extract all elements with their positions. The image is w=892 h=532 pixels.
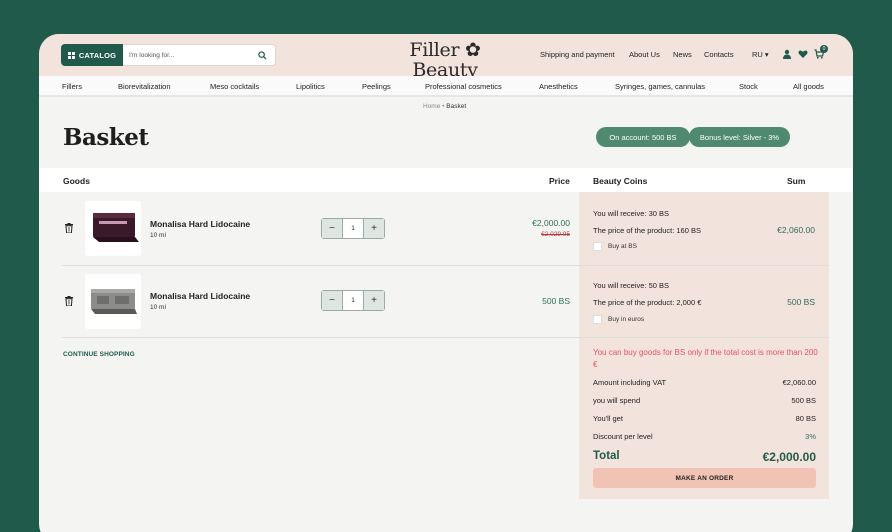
nav-about[interactable]: About Us bbox=[629, 50, 660, 59]
catalog-label: CATALOG bbox=[78, 50, 117, 60]
summary-value: 3% bbox=[805, 432, 816, 441]
nav-contacts[interactable]: Contacts bbox=[704, 50, 734, 59]
cat-all-goods[interactable]: All goods bbox=[793, 82, 824, 91]
cat-meso-cocktails[interactable]: Meso cocktails bbox=[210, 82, 259, 91]
trash-icon[interactable] bbox=[65, 223, 73, 233]
cat-anesthetics[interactable]: Anesthetics bbox=[539, 82, 578, 91]
product-box-image bbox=[91, 289, 137, 314]
total-label: Total bbox=[593, 450, 620, 462]
coins-receive: You will receive: 50 BS bbox=[593, 281, 670, 290]
product-image[interactable] bbox=[85, 274, 141, 329]
language-select[interactable]: RU ▾ bbox=[752, 50, 769, 59]
col-goods: Goods bbox=[63, 176, 90, 186]
site-logo[interactable]: Filler ✿ Beauty dermal fillers online st… bbox=[375, 40, 515, 84]
coins-receive: You will receive: 30 BS bbox=[593, 209, 670, 218]
quantity-value[interactable]: 1 bbox=[342, 291, 364, 310]
buy-option-checkbox[interactable] bbox=[593, 242, 602, 251]
summary-value: 80 BS bbox=[795, 414, 816, 423]
breadcrumb-current: Basket bbox=[446, 103, 467, 110]
row-divider bbox=[62, 337, 829, 338]
coins-product-price: The price of the product: 160 BS bbox=[593, 226, 701, 235]
category-nav: Fillers Biorevitalization Meso cocktails… bbox=[39, 76, 853, 97]
coins-product-price: The price of the product: 2,000 € bbox=[593, 298, 702, 307]
nav-shipping[interactable]: Shipping and payment bbox=[540, 50, 615, 59]
item-price: €2,000.00 bbox=[532, 218, 570, 228]
item-price: 500 BS bbox=[542, 296, 570, 306]
cat-lipolitics[interactable]: Lipolitics bbox=[296, 82, 325, 91]
item-old-price: €2,029.95 bbox=[541, 231, 570, 238]
buy-option-label[interactable]: Buy in euros bbox=[608, 316, 644, 323]
product-box-image bbox=[93, 213, 139, 242]
site-header: CATALOG Filler ✿ Beauty dermal fillers o… bbox=[39, 34, 853, 84]
summary-label: You'll get bbox=[593, 414, 623, 423]
breadcrumb: Home • Basket bbox=[423, 103, 467, 110]
bonus-level-badge: Bonus level: Silver - 3% bbox=[689, 127, 790, 147]
search-box bbox=[123, 44, 276, 66]
cat-syringes[interactable]: Syringes, games, cannulas bbox=[615, 82, 705, 91]
summary-label: Amount including VAT bbox=[593, 378, 667, 387]
continue-shopping-link[interactable]: CONTINUE SHOPPING bbox=[63, 351, 135, 358]
item-sum: €2,060.00 bbox=[777, 225, 815, 235]
summary-label: you will spend bbox=[593, 396, 641, 405]
summary-value: 500 BS bbox=[791, 396, 816, 405]
cat-biorevitalization[interactable]: Biorevitalization bbox=[118, 82, 171, 91]
summary-value: €2,060.00 bbox=[782, 378, 816, 387]
account-balance-badge: On account: 500 BS bbox=[596, 127, 690, 147]
catalog-button[interactable]: CATALOG bbox=[61, 44, 123, 66]
decrease-button[interactable]: − bbox=[322, 291, 342, 310]
search-input[interactable] bbox=[129, 50, 249, 61]
increase-button[interactable]: + bbox=[364, 219, 384, 238]
quantity-stepper: − 1 + bbox=[321, 218, 385, 239]
heart-icon[interactable] bbox=[798, 49, 808, 59]
cat-stock[interactable]: Stock bbox=[739, 82, 758, 91]
increase-button[interactable]: + bbox=[364, 291, 384, 310]
item-sum: 500 BS bbox=[787, 297, 815, 307]
search-icon[interactable] bbox=[258, 51, 267, 60]
cart-count-badge: 0 bbox=[820, 45, 828, 53]
nav-news[interactable]: News bbox=[673, 50, 692, 59]
quantity-stepper: − 1 + bbox=[321, 290, 385, 311]
product-volume: 10 ml bbox=[150, 304, 166, 311]
summary-label: Discount per level bbox=[593, 432, 653, 441]
breadcrumb-home[interactable]: Home bbox=[423, 103, 440, 110]
table-header bbox=[39, 168, 853, 192]
col-sum: Sum bbox=[787, 176, 806, 186]
total-value: €2,000.00 bbox=[762, 450, 816, 464]
cat-peelings[interactable]: Peelings bbox=[362, 82, 391, 91]
col-coins: Beauty Coins bbox=[593, 176, 648, 186]
product-name[interactable]: Monalisa Hard Lidocaine bbox=[150, 219, 250, 229]
trash-icon[interactable] bbox=[65, 296, 73, 306]
quantity-value[interactable]: 1 bbox=[342, 219, 364, 238]
cat-fillers[interactable]: Fillers bbox=[62, 82, 82, 91]
product-volume: 10 ml bbox=[150, 232, 166, 239]
page-title: Basket bbox=[63, 124, 149, 151]
cat-professional-cosmetics[interactable]: Professional cosmetics bbox=[425, 82, 502, 91]
product-image[interactable] bbox=[85, 201, 141, 256]
grid-icon bbox=[67, 51, 75, 59]
user-icon[interactable] bbox=[782, 49, 792, 59]
make-order-button[interactable]: MAKE AN ORDER bbox=[593, 468, 816, 488]
product-name[interactable]: Monalisa Hard Lidocaine bbox=[150, 291, 250, 301]
browser-window: CATALOG Filler ✿ Beauty dermal fillers o… bbox=[39, 34, 853, 532]
buy-option-checkbox[interactable] bbox=[593, 315, 602, 324]
bs-warning-text: You can buy goods for BS only if the tot… bbox=[593, 348, 818, 369]
row-divider bbox=[62, 265, 829, 266]
col-price: Price bbox=[549, 176, 570, 186]
decrease-button[interactable]: − bbox=[322, 219, 342, 238]
buy-option-label[interactable]: Buy at BS bbox=[608, 243, 637, 250]
